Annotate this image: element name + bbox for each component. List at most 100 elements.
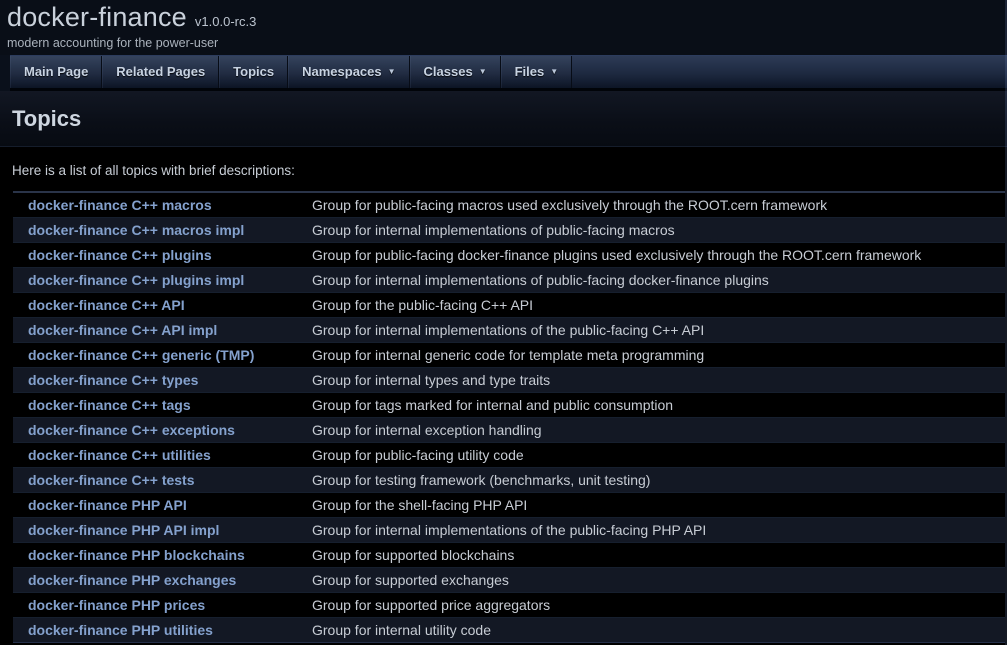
chevron-down-icon: ▼ — [388, 56, 396, 87]
table-row: docker-finance C++ plugins Group for pub… — [13, 242, 1005, 267]
topic-link[interactable]: docker-finance C++ plugins — [28, 247, 212, 263]
topic-description: Group for supported blockchains — [312, 542, 1005, 567]
topic-entry-cell: docker-finance C++ tests — [13, 467, 312, 492]
topics-table-body: docker-finance C++ macros Group for publ… — [13, 192, 1005, 642]
topic-entry-cell: docker-finance C++ exceptions — [13, 417, 312, 442]
nav-tab: Main Page▼ — [10, 56, 102, 88]
page-title: Topics — [12, 106, 1007, 132]
topic-description: Group for tags marked for internal and p… — [312, 392, 1005, 417]
topic-description: Group for public-facing macros used excl… — [312, 192, 1005, 217]
nav-tab: Related Pages▼ — [102, 56, 219, 88]
topic-description: Group for internal types and type traits — [312, 367, 1005, 392]
table-row: docker-finance PHP exchanges Group for s… — [13, 567, 1005, 592]
topic-entry-cell: docker-finance C++ tags — [13, 392, 312, 417]
table-row: docker-finance C++ plugins impl Group fo… — [13, 267, 1005, 292]
topic-description: Group for the public-facing C++ API — [312, 292, 1005, 317]
table-row: docker-finance PHP API impl Group for in… — [13, 517, 1005, 542]
topic-entry-cell: docker-finance C++ utilities — [13, 442, 312, 467]
nav-tab-label: Topics — [233, 64, 274, 79]
topic-entry-cell: docker-finance C++ generic (TMP) — [13, 342, 312, 367]
nav-tab: Topics▼ — [219, 56, 288, 88]
topic-link[interactable]: docker-finance PHP blockchains — [28, 547, 245, 563]
topic-link[interactable]: docker-finance C++ utilities — [28, 447, 211, 463]
table-row: docker-finance C++ types Group for inter… — [13, 367, 1005, 392]
topic-link[interactable]: docker-finance C++ macros impl — [28, 222, 244, 238]
topic-entry-cell: docker-finance C++ types — [13, 367, 312, 392]
topic-link[interactable]: docker-finance C++ plugins impl — [28, 272, 244, 288]
nav-tab-link[interactable]: Topics▼ — [220, 56, 287, 87]
title-area: docker-financev1.0.0-rc.3 modern account… — [0, 0, 1007, 55]
nav-tab: Namespaces ▼ — [288, 56, 409, 88]
topic-entry-cell: docker-finance C++ plugins — [13, 242, 312, 267]
nav-tab-label: Related Pages — [116, 64, 205, 79]
topic-entry-cell: docker-finance C++ API — [13, 292, 312, 317]
topic-link[interactable]: docker-finance PHP exchanges — [28, 572, 236, 588]
topic-link[interactable]: docker-finance C++ macros — [28, 197, 212, 213]
nav-tab-link[interactable]: Classes ▼ — [411, 56, 500, 87]
table-row: docker-finance PHP prices Group for supp… — [13, 592, 1005, 617]
nav-tab-link[interactable]: Namespaces ▼ — [289, 56, 408, 87]
contents: Here is a list of all topics with brief … — [0, 163, 1007, 643]
nav-tab-label: Classes — [424, 64, 473, 79]
topic-link[interactable]: docker-finance C++ tags — [28, 397, 191, 413]
topic-description: Group for supported exchanges — [312, 567, 1005, 592]
main-navigation: Main Page▼ Related Pages▼ Topics▼ Namesp… — [0, 55, 1007, 91]
topic-description: Group for internal implementations of th… — [312, 317, 1005, 342]
topic-description: Group for the shell-facing PHP API — [312, 492, 1005, 517]
topic-description: Group for supported price aggregators — [312, 592, 1005, 617]
topic-link[interactable]: docker-finance C++ API — [28, 297, 185, 313]
table-row: docker-finance C++ generic (TMP) Group f… — [13, 342, 1005, 367]
topic-description: Group for internal generic code for temp… — [312, 342, 1005, 367]
nav-tab-link[interactable]: Related Pages▼ — [103, 56, 218, 87]
table-row: docker-finance PHP blockchains Group for… — [13, 542, 1005, 567]
topic-entry-cell: docker-finance C++ macros impl — [13, 217, 312, 242]
nav-tab-label: Files — [515, 64, 545, 79]
topic-link[interactable]: docker-finance C++ types — [28, 372, 198, 388]
topic-link[interactable]: docker-finance PHP API — [28, 497, 187, 513]
topic-description: Group for internal utility code — [312, 617, 1005, 642]
nav-tab: Classes ▼ — [410, 56, 501, 88]
topic-entry-cell: docker-finance C++ API impl — [13, 317, 312, 342]
table-row: docker-finance C++ utilities Group for p… — [13, 442, 1005, 467]
table-row: docker-finance C++ macros impl Group for… — [13, 217, 1005, 242]
intro-text: Here is a list of all topics with brief … — [12, 163, 1007, 178]
project-name: docker-finance — [7, 2, 187, 32]
topic-entry-cell: docker-finance C++ macros — [13, 192, 312, 217]
topic-link[interactable]: docker-finance PHP API impl — [28, 522, 219, 538]
topic-description: Group for internal implementations of pu… — [312, 217, 1005, 242]
topic-description: Group for internal implementations of pu… — [312, 267, 1005, 292]
chevron-down-icon: ▼ — [550, 56, 558, 87]
table-row: docker-finance C++ API impl Group for in… — [13, 317, 1005, 342]
topic-entry-cell: docker-finance C++ plugins impl — [13, 267, 312, 292]
topic-description: Group for internal exception handling — [312, 417, 1005, 442]
topic-entry-cell: docker-finance PHP API impl — [13, 517, 312, 542]
project-brief: modern accounting for the power-user — [7, 36, 1007, 50]
topic-link[interactable]: docker-finance PHP utilities — [28, 622, 213, 638]
topic-entry-cell: docker-finance PHP blockchains — [13, 542, 312, 567]
topic-link[interactable]: docker-finance C++ generic (TMP) — [28, 347, 254, 363]
table-row: docker-finance C++ API Group for the pub… — [13, 292, 1005, 317]
nav-tab: Files ▼ — [501, 56, 573, 88]
topic-entry-cell: docker-finance PHP API — [13, 492, 312, 517]
topic-description: Group for testing framework (benchmarks,… — [312, 467, 1005, 492]
topic-entry-cell: docker-finance PHP utilities — [13, 617, 312, 642]
topic-description: Group for public-facing docker-finance p… — [312, 242, 1005, 267]
topic-link[interactable]: docker-finance PHP prices — [28, 597, 205, 613]
topic-link[interactable]: docker-finance C++ tests — [28, 472, 195, 488]
table-row: docker-finance C++ tests Group for testi… — [13, 467, 1005, 492]
topic-link[interactable]: docker-finance C++ exceptions — [28, 422, 235, 438]
topics-table: docker-finance C++ macros Group for publ… — [13, 191, 1005, 643]
page-header: Topics — [0, 91, 1007, 147]
table-row: docker-finance C++ macros Group for publ… — [13, 192, 1005, 217]
table-row: docker-finance PHP utilities Group for i… — [13, 617, 1005, 642]
topic-link[interactable]: docker-finance C++ API impl — [28, 322, 217, 338]
chevron-down-icon: ▼ — [479, 56, 487, 87]
table-row: docker-finance PHP API Group for the she… — [13, 492, 1005, 517]
nav-tab-link[interactable]: Files ▼ — [502, 56, 572, 87]
nav-tab-link[interactable]: Main Page▼ — [11, 56, 101, 87]
topic-description: Group for internal implementations of th… — [312, 517, 1005, 542]
topic-entry-cell: docker-finance PHP exchanges — [13, 567, 312, 592]
nav-tab-label: Namespaces — [302, 64, 382, 79]
nav-tab-label: Main Page — [24, 64, 88, 79]
nav-tab-list: Main Page▼ Related Pages▼ Topics▼ Namesp… — [10, 56, 1007, 88]
